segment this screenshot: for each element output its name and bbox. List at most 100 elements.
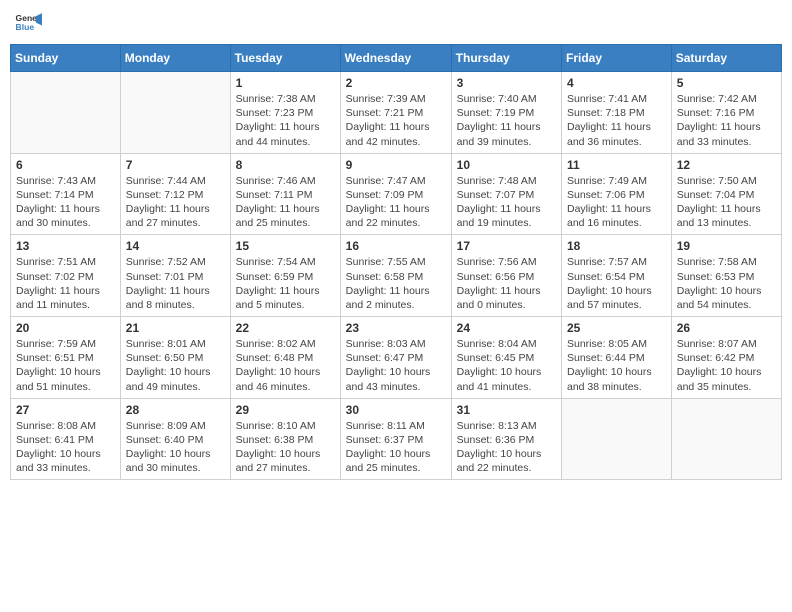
day-number: 7: [126, 158, 225, 172]
day-number: 27: [16, 403, 115, 417]
calendar-cell: 9 Sunrise: 7:47 AM Sunset: 7:09 PM Daylig…: [340, 153, 451, 235]
day-info: Sunrise: 8:05 AM Sunset: 6:44 PM Dayligh…: [567, 337, 666, 394]
day-number: 6: [16, 158, 115, 172]
day-info: Sunrise: 8:03 AM Sunset: 6:47 PM Dayligh…: [346, 337, 446, 394]
day-number: 16: [346, 239, 446, 253]
calendar-cell: 13Sunrise: 7:51 AM Sunset: 7:02 PM Dayli…: [11, 235, 121, 317]
calendar-cell: [671, 398, 781, 480]
day-number: 5: [677, 76, 776, 90]
calendar-cell: 6 Sunrise: 7:43 AM Sunset: 7:14 PM Daylig…: [11, 153, 121, 235]
day-number: 31: [457, 403, 556, 417]
day-info: Sunrise: 8:10 AM Sunset: 6:38 PM Dayligh…: [236, 419, 335, 476]
day-info: Sunrise: 8:08 AM Sunset: 6:41 PM Dayligh…: [16, 419, 115, 476]
day-info: Sunrise: 8:11 AM Sunset: 6:37 PM Dayligh…: [346, 419, 446, 476]
calendar-week-2: 6 Sunrise: 7:43 AM Sunset: 7:14 PM Daylig…: [11, 153, 782, 235]
calendar-cell: 14Sunrise: 7:52 AM Sunset: 7:01 PM Dayli…: [120, 235, 230, 317]
calendar-cell: [562, 398, 672, 480]
logo-icon: General Blue: [14, 10, 42, 38]
day-number: 23: [346, 321, 446, 335]
calendar-cell: 26 Sunrise: 8:07 AM Sunset: 6:42 PM Dayli…: [671, 317, 781, 399]
day-info: Sunrise: 7:56 AM Sunset: 6:56 PM Dayligh…: [457, 255, 556, 312]
day-number: 18: [567, 239, 666, 253]
day-number: 20: [16, 321, 115, 335]
day-number: 14: [126, 239, 225, 253]
day-info: Sunrise: 7:57 AM Sunset: 6:54 PM Dayligh…: [567, 255, 666, 312]
calendar-cell: [11, 72, 121, 154]
calendar-cell: 16 Sunrise: 7:55 AM Sunset: 6:58 PM Dayli…: [340, 235, 451, 317]
calendar-cell: 10 Sunrise: 7:48 AM Sunset: 7:07 PM Dayli…: [451, 153, 561, 235]
calendar-week-5: 27 Sunrise: 8:08 AM Sunset: 6:41 PM Dayli…: [11, 398, 782, 480]
calendar-week-3: 13Sunrise: 7:51 AM Sunset: 7:02 PM Dayli…: [11, 235, 782, 317]
logo: General Blue: [14, 10, 42, 38]
day-number: 11: [567, 158, 666, 172]
day-number: 2: [346, 76, 446, 90]
calendar-cell: 25 Sunrise: 8:05 AM Sunset: 6:44 PM Dayli…: [562, 317, 672, 399]
day-info: Sunrise: 7:46 AM Sunset: 7:11 PM Dayligh…: [236, 174, 335, 231]
day-number: 3: [457, 76, 556, 90]
calendar-cell: 2Sunrise: 7:39 AM Sunset: 7:21 PM Daylig…: [340, 72, 451, 154]
calendar-body: 1Sunrise: 7:38 AM Sunset: 7:23 PM Daylig…: [11, 72, 782, 480]
calendar-week-4: 20 Sunrise: 7:59 AM Sunset: 6:51 PM Dayli…: [11, 317, 782, 399]
calendar-cell: [120, 72, 230, 154]
day-info: Sunrise: 7:49 AM Sunset: 7:06 PM Dayligh…: [567, 174, 666, 231]
weekday-header-saturday: Saturday: [671, 45, 781, 72]
day-info: Sunrise: 8:02 AM Sunset: 6:48 PM Dayligh…: [236, 337, 335, 394]
day-number: 29: [236, 403, 335, 417]
day-info: Sunrise: 7:58 AM Sunset: 6:53 PM Dayligh…: [677, 255, 776, 312]
day-number: 4: [567, 76, 666, 90]
calendar-cell: 29 Sunrise: 8:10 AM Sunset: 6:38 PM Dayli…: [230, 398, 340, 480]
day-info: Sunrise: 7:41 AM Sunset: 7:18 PM Dayligh…: [567, 92, 666, 149]
calendar-cell: 5 Sunrise: 7:42 AM Sunset: 7:16 PM Daylig…: [671, 72, 781, 154]
day-number: 13: [16, 239, 115, 253]
day-number: 21: [126, 321, 225, 335]
calendar-cell: 28 Sunrise: 8:09 AM Sunset: 6:40 PM Dayli…: [120, 398, 230, 480]
day-info: Sunrise: 7:43 AM Sunset: 7:14 PM Dayligh…: [16, 174, 115, 231]
day-info: Sunrise: 7:44 AM Sunset: 7:12 PM Dayligh…: [126, 174, 225, 231]
calendar-cell: 24 Sunrise: 8:04 AM Sunset: 6:45 PM Dayli…: [451, 317, 561, 399]
day-number: 12: [677, 158, 776, 172]
day-info: Sunrise: 7:48 AM Sunset: 7:07 PM Dayligh…: [457, 174, 556, 231]
day-info: Sunrise: 8:07 AM Sunset: 6:42 PM Dayligh…: [677, 337, 776, 394]
calendar-cell: 17 Sunrise: 7:56 AM Sunset: 6:56 PM Dayli…: [451, 235, 561, 317]
day-info: Sunrise: 8:01 AM Sunset: 6:50 PM Dayligh…: [126, 337, 225, 394]
day-info: Sunrise: 7:42 AM Sunset: 7:16 PM Dayligh…: [677, 92, 776, 149]
day-number: 10: [457, 158, 556, 172]
day-info: Sunrise: 8:04 AM Sunset: 6:45 PM Dayligh…: [457, 337, 556, 394]
svg-text:Blue: Blue: [16, 22, 35, 32]
calendar-cell: 15 Sunrise: 7:54 AM Sunset: 6:59 PM Dayli…: [230, 235, 340, 317]
day-number: 19: [677, 239, 776, 253]
day-info: Sunrise: 7:54 AM Sunset: 6:59 PM Dayligh…: [236, 255, 335, 312]
calendar-cell: 7 Sunrise: 7:44 AM Sunset: 7:12 PM Daylig…: [120, 153, 230, 235]
day-number: 15: [236, 239, 335, 253]
calendar-cell: 19 Sunrise: 7:58 AM Sunset: 6:53 PM Dayli…: [671, 235, 781, 317]
calendar-header-row: SundayMondayTuesdayWednesdayThursdayFrid…: [11, 45, 782, 72]
calendar-cell: 27 Sunrise: 8:08 AM Sunset: 6:41 PM Dayli…: [11, 398, 121, 480]
day-number: 17: [457, 239, 556, 253]
weekday-header-sunday: Sunday: [11, 45, 121, 72]
calendar-cell: 18 Sunrise: 7:57 AM Sunset: 6:54 PM Dayli…: [562, 235, 672, 317]
weekday-header-tuesday: Tuesday: [230, 45, 340, 72]
day-number: 9: [346, 158, 446, 172]
calendar-cell: 22Sunrise: 8:02 AM Sunset: 6:48 PM Dayli…: [230, 317, 340, 399]
calendar-cell: 31 Sunrise: 8:13 AM Sunset: 6:36 PM Dayli…: [451, 398, 561, 480]
day-info: Sunrise: 8:09 AM Sunset: 6:40 PM Dayligh…: [126, 419, 225, 476]
day-number: 25: [567, 321, 666, 335]
calendar-cell: 1Sunrise: 7:38 AM Sunset: 7:23 PM Daylig…: [230, 72, 340, 154]
day-info: Sunrise: 7:47 AM Sunset: 7:09 PM Dayligh…: [346, 174, 446, 231]
day-info: Sunrise: 7:55 AM Sunset: 6:58 PM Dayligh…: [346, 255, 446, 312]
day-info: Sunrise: 8:13 AM Sunset: 6:36 PM Dayligh…: [457, 419, 556, 476]
calendar-table: SundayMondayTuesdayWednesdayThursdayFrid…: [10, 44, 782, 480]
day-number: 28: [126, 403, 225, 417]
day-number: 24: [457, 321, 556, 335]
calendar-cell: 12Sunrise: 7:50 AM Sunset: 7:04 PM Dayli…: [671, 153, 781, 235]
calendar-cell: 20 Sunrise: 7:59 AM Sunset: 6:51 PM Dayli…: [11, 317, 121, 399]
calendar-week-1: 1Sunrise: 7:38 AM Sunset: 7:23 PM Daylig…: [11, 72, 782, 154]
day-info: Sunrise: 7:59 AM Sunset: 6:51 PM Dayligh…: [16, 337, 115, 394]
day-number: 1: [236, 76, 335, 90]
day-number: 26: [677, 321, 776, 335]
weekday-header-wednesday: Wednesday: [340, 45, 451, 72]
calendar-cell: 21 Sunrise: 8:01 AM Sunset: 6:50 PM Dayli…: [120, 317, 230, 399]
calendar-cell: 30Sunrise: 8:11 AM Sunset: 6:37 PM Dayli…: [340, 398, 451, 480]
calendar-cell: 4 Sunrise: 7:41 AM Sunset: 7:18 PM Daylig…: [562, 72, 672, 154]
weekday-header-friday: Friday: [562, 45, 672, 72]
